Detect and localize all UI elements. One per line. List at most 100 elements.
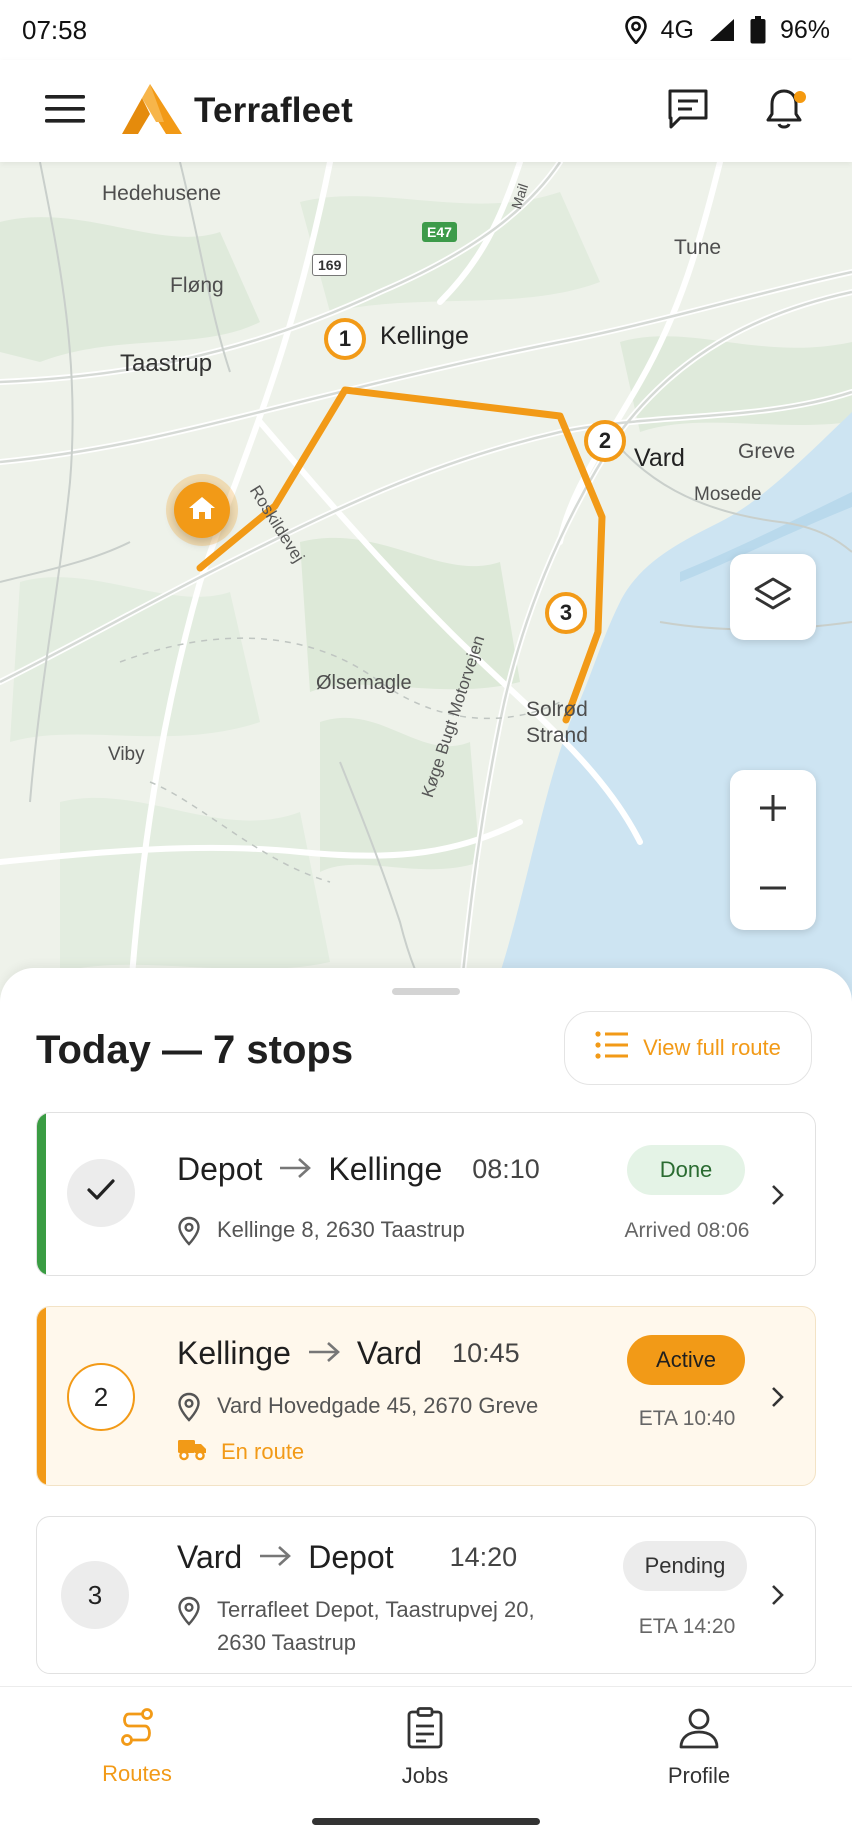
place-label-strand: Strand	[526, 724, 588, 747]
place-label-flong: Fløng	[170, 274, 224, 297]
place-label-kellinge: Kellinge	[380, 322, 469, 350]
stops-sheet: Today — 7 stops View full route Depot Ke…	[0, 968, 852, 1688]
route-map[interactable]: Hedehusene Fløng Taastrup Kellinge Tune …	[0, 162, 852, 1002]
status-badge-pending: Pending	[623, 1541, 747, 1591]
zoom-controls	[730, 770, 816, 930]
location-pin-icon	[177, 1216, 201, 1255]
location-pin-icon	[177, 1392, 201, 1431]
depot-marker[interactable]	[174, 482, 230, 538]
layers-button[interactable]	[730, 554, 816, 640]
routes-icon	[117, 1707, 157, 1753]
place-label-taastrup: Taastrup	[120, 350, 213, 377]
stop-address: Vard Hovedgade 45, 2670 Greve	[177, 1389, 538, 1431]
address-line-2: 2630 Taastrup	[217, 1630, 357, 1655]
location-icon	[624, 16, 647, 44]
location-pin-icon	[177, 1596, 201, 1635]
chevron-right-icon	[765, 1183, 789, 1207]
chevron-right-icon	[765, 1583, 789, 1607]
en-route-status: En route	[177, 1437, 304, 1467]
stop-marker-3[interactable]: 3	[545, 592, 587, 634]
place-label-hedehusene: Hedehusene	[102, 182, 222, 205]
stop-number-circle: 2	[67, 1363, 135, 1431]
zoom-out-icon	[757, 872, 789, 909]
battery-percent: 96%	[779, 15, 830, 44]
stop-check-circle	[67, 1159, 135, 1227]
eta-time: ETA 10:40	[638, 1407, 736, 1430]
arrival-time: Arrived 08:06	[624, 1219, 750, 1242]
status-time: 07:58	[22, 14, 88, 45]
home-indicator[interactable]	[312, 1818, 540, 1825]
logo-icon	[120, 82, 184, 141]
stop-card-1[interactable]: Depot Kellinge 08:10 Kellinge 8, 2630 Ta…	[36, 1112, 816, 1276]
place-label-viby: Viby	[108, 744, 145, 765]
status-icons: 4G 96%	[624, 15, 830, 45]
place-label-vard: Vard	[634, 444, 685, 472]
road-shield-169: 169	[312, 254, 348, 276]
zoom-in-button[interactable]	[730, 770, 816, 850]
view-full-route-label: View full route	[643, 1035, 781, 1060]
nav-profile[interactable]: Profile	[624, 1707, 774, 1789]
route-time: 14:20	[449, 1542, 518, 1572]
map-base	[0, 162, 852, 1002]
stop-marker-1[interactable]: 1	[324, 318, 366, 360]
zoom-in-icon	[757, 792, 789, 829]
truck-icon	[177, 1437, 207, 1467]
sheet-title: Today — 7 stops	[36, 1028, 354, 1072]
address-line-1: Terrafleet Depot, Taastrupvej 20,	[217, 1597, 535, 1622]
clipboard-icon	[406, 1707, 444, 1755]
place-label-mosede: Mosede	[694, 484, 762, 505]
route-to: Depot	[308, 1539, 394, 1575]
stop-marker-2[interactable]: 2	[584, 420, 626, 462]
checkmark-icon	[86, 1178, 116, 1209]
stop-card-2[interactable]: 2 Kellinge Vard 10:45 Vard Hovedgade 45,…	[36, 1306, 816, 1486]
road-shield-e47: E47	[422, 222, 457, 242]
home-icon	[188, 495, 216, 526]
route-time: 10:45	[452, 1338, 520, 1368]
messages-button[interactable]	[660, 83, 716, 139]
nav-jobs[interactable]: Jobs	[350, 1707, 500, 1789]
view-full-route-button[interactable]: View full route	[564, 1011, 812, 1085]
status-badge-done: Done	[627, 1145, 745, 1195]
signal-icon	[708, 17, 736, 43]
app-bar: Terrafleet	[0, 60, 852, 162]
place-label-olsemagle: Ølsemagle	[316, 672, 412, 694]
arrow-right-icon	[278, 1153, 312, 1187]
nav-routes[interactable]: Routes	[62, 1707, 212, 1787]
menu-button[interactable]	[32, 78, 98, 144]
arrow-right-icon	[307, 1337, 341, 1371]
stop-route: Vard Depot 14:20	[177, 1539, 517, 1576]
route-from: Kellinge	[177, 1335, 291, 1371]
brand-name: Terrafleet	[194, 91, 353, 130]
sheet-drag-handle[interactable]	[392, 988, 460, 995]
zoom-out-button[interactable]	[730, 850, 816, 930]
stop-address: Terrafleet Depot, Taastrupvej 20, 2630 T…	[177, 1593, 535, 1659]
address-text: Terrafleet Depot, Taastrupvej 20, 2630 T…	[217, 1593, 535, 1659]
card-accent-bar	[37, 1307, 46, 1485]
brand: Terrafleet	[120, 82, 353, 141]
place-label-greve: Greve	[738, 440, 796, 463]
stop-card-3[interactable]: 3 Vard Depot 14:20 Terrafleet Depot, Taa…	[36, 1516, 816, 1674]
network-type: 4G	[660, 15, 694, 44]
stop-number-circle: 3	[61, 1561, 129, 1629]
notifications-button[interactable]	[756, 83, 812, 139]
nav-profile-label: Profile	[667, 1763, 731, 1788]
battery-icon	[750, 16, 766, 44]
nav-jobs-label: Jobs	[401, 1763, 449, 1788]
route-from: Vard	[177, 1539, 243, 1575]
route-to: Kellinge	[328, 1151, 443, 1187]
en-route-label: En route	[221, 1439, 305, 1464]
stop-route: Depot Kellinge 08:10	[177, 1151, 540, 1188]
stop-address: Kellinge 8, 2630 Taastrup	[177, 1213, 465, 1255]
address-text: Kellinge 8, 2630 Taastrup	[217, 1217, 465, 1242]
chevron-right-icon	[765, 1385, 789, 1409]
status-badge-active: Active	[627, 1335, 745, 1385]
card-accent-bar	[37, 1113, 46, 1275]
eta-time: ETA 14:20	[638, 1615, 736, 1638]
list-icon	[595, 1031, 629, 1065]
route-time: 08:10	[472, 1154, 540, 1184]
menu-icon	[45, 94, 85, 129]
messages-icon	[666, 88, 710, 135]
nav-routes-label: Routes	[102, 1761, 172, 1786]
person-icon	[678, 1707, 720, 1755]
status-bar: 07:58 4G 96%	[0, 0, 852, 60]
